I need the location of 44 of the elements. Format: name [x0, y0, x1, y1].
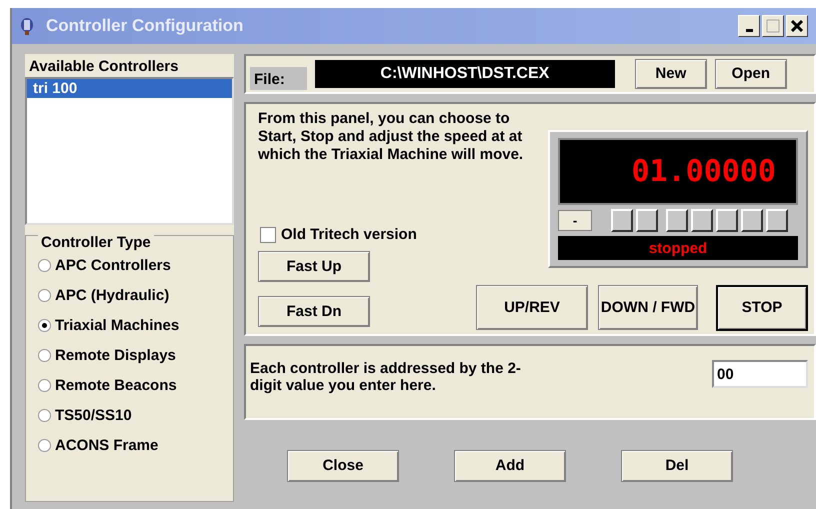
key-icon	[666, 209, 688, 232]
radio-option[interactable]: Remote Displays	[38, 344, 225, 366]
fast-button[interactable]: Fast Up	[258, 251, 370, 282]
controller-list[interactable]: tri 100	[25, 77, 234, 225]
window-title: Controller Configuration	[46, 16, 244, 36]
old-tritech-checkbox[interactable]: Old Tritech version	[260, 226, 540, 244]
file-label: File:	[250, 66, 307, 90]
bottom-button[interactable]: Del	[621, 450, 733, 482]
group-title: Controller Type	[38, 234, 154, 251]
fast-button[interactable]: Fast Dn	[258, 296, 370, 328]
file-button[interactable]: New	[634, 59, 707, 89]
radio-option[interactable]: ACONS Frame	[38, 434, 225, 456]
address-text: Each controller is addressed by the 2-digit value you enter here.	[250, 360, 522, 396]
list-item[interactable]: tri 100	[27, 79, 232, 98]
bottom-button[interactable]: Close	[287, 450, 399, 482]
minimize-button[interactable]	[738, 15, 760, 37]
description-text: From this panel, you can choose to Start, Stop and adjust the speed at at which the Triaxial Machine will move.	[258, 110, 524, 165]
bottom-button[interactable]: Add	[454, 450, 566, 482]
motion-button[interactable]: STOP	[716, 285, 808, 332]
key-icon	[636, 209, 658, 232]
file-path: C:\WINHOST\DST.CEX	[314, 60, 615, 88]
close-button[interactable]	[786, 15, 808, 37]
key-icon	[741, 209, 763, 232]
radio-option[interactable]: Triaxial Machines	[38, 314, 225, 336]
key-icon	[766, 209, 788, 232]
radio-option[interactable]: APC Controllers	[38, 254, 225, 276]
minimize-icon	[746, 28, 752, 32]
radio-option[interactable]: Remote Beacons	[38, 374, 225, 396]
sign-button[interactable]: -	[558, 210, 592, 231]
address-field[interactable]: 00	[712, 360, 808, 388]
key-icon	[716, 209, 738, 232]
motion-button[interactable]: DOWN / FWD	[598, 285, 698, 330]
motion-button[interactable]: UP/REV	[476, 285, 588, 330]
maximize-button[interactable]	[762, 15, 784, 37]
status-text: stopped	[558, 236, 798, 260]
speed-readout: 01.00000	[558, 138, 798, 205]
key-icon	[611, 209, 633, 232]
radio-option[interactable]: APC (Hydraulic)	[38, 284, 225, 306]
app-icon	[20, 17, 34, 35]
radio-option[interactable]: TS50/SS10	[38, 404, 225, 426]
file-button[interactable]: Open	[714, 59, 787, 89]
key-icon	[691, 209, 713, 232]
maximize-icon	[766, 19, 780, 33]
close-icon	[791, 20, 803, 32]
